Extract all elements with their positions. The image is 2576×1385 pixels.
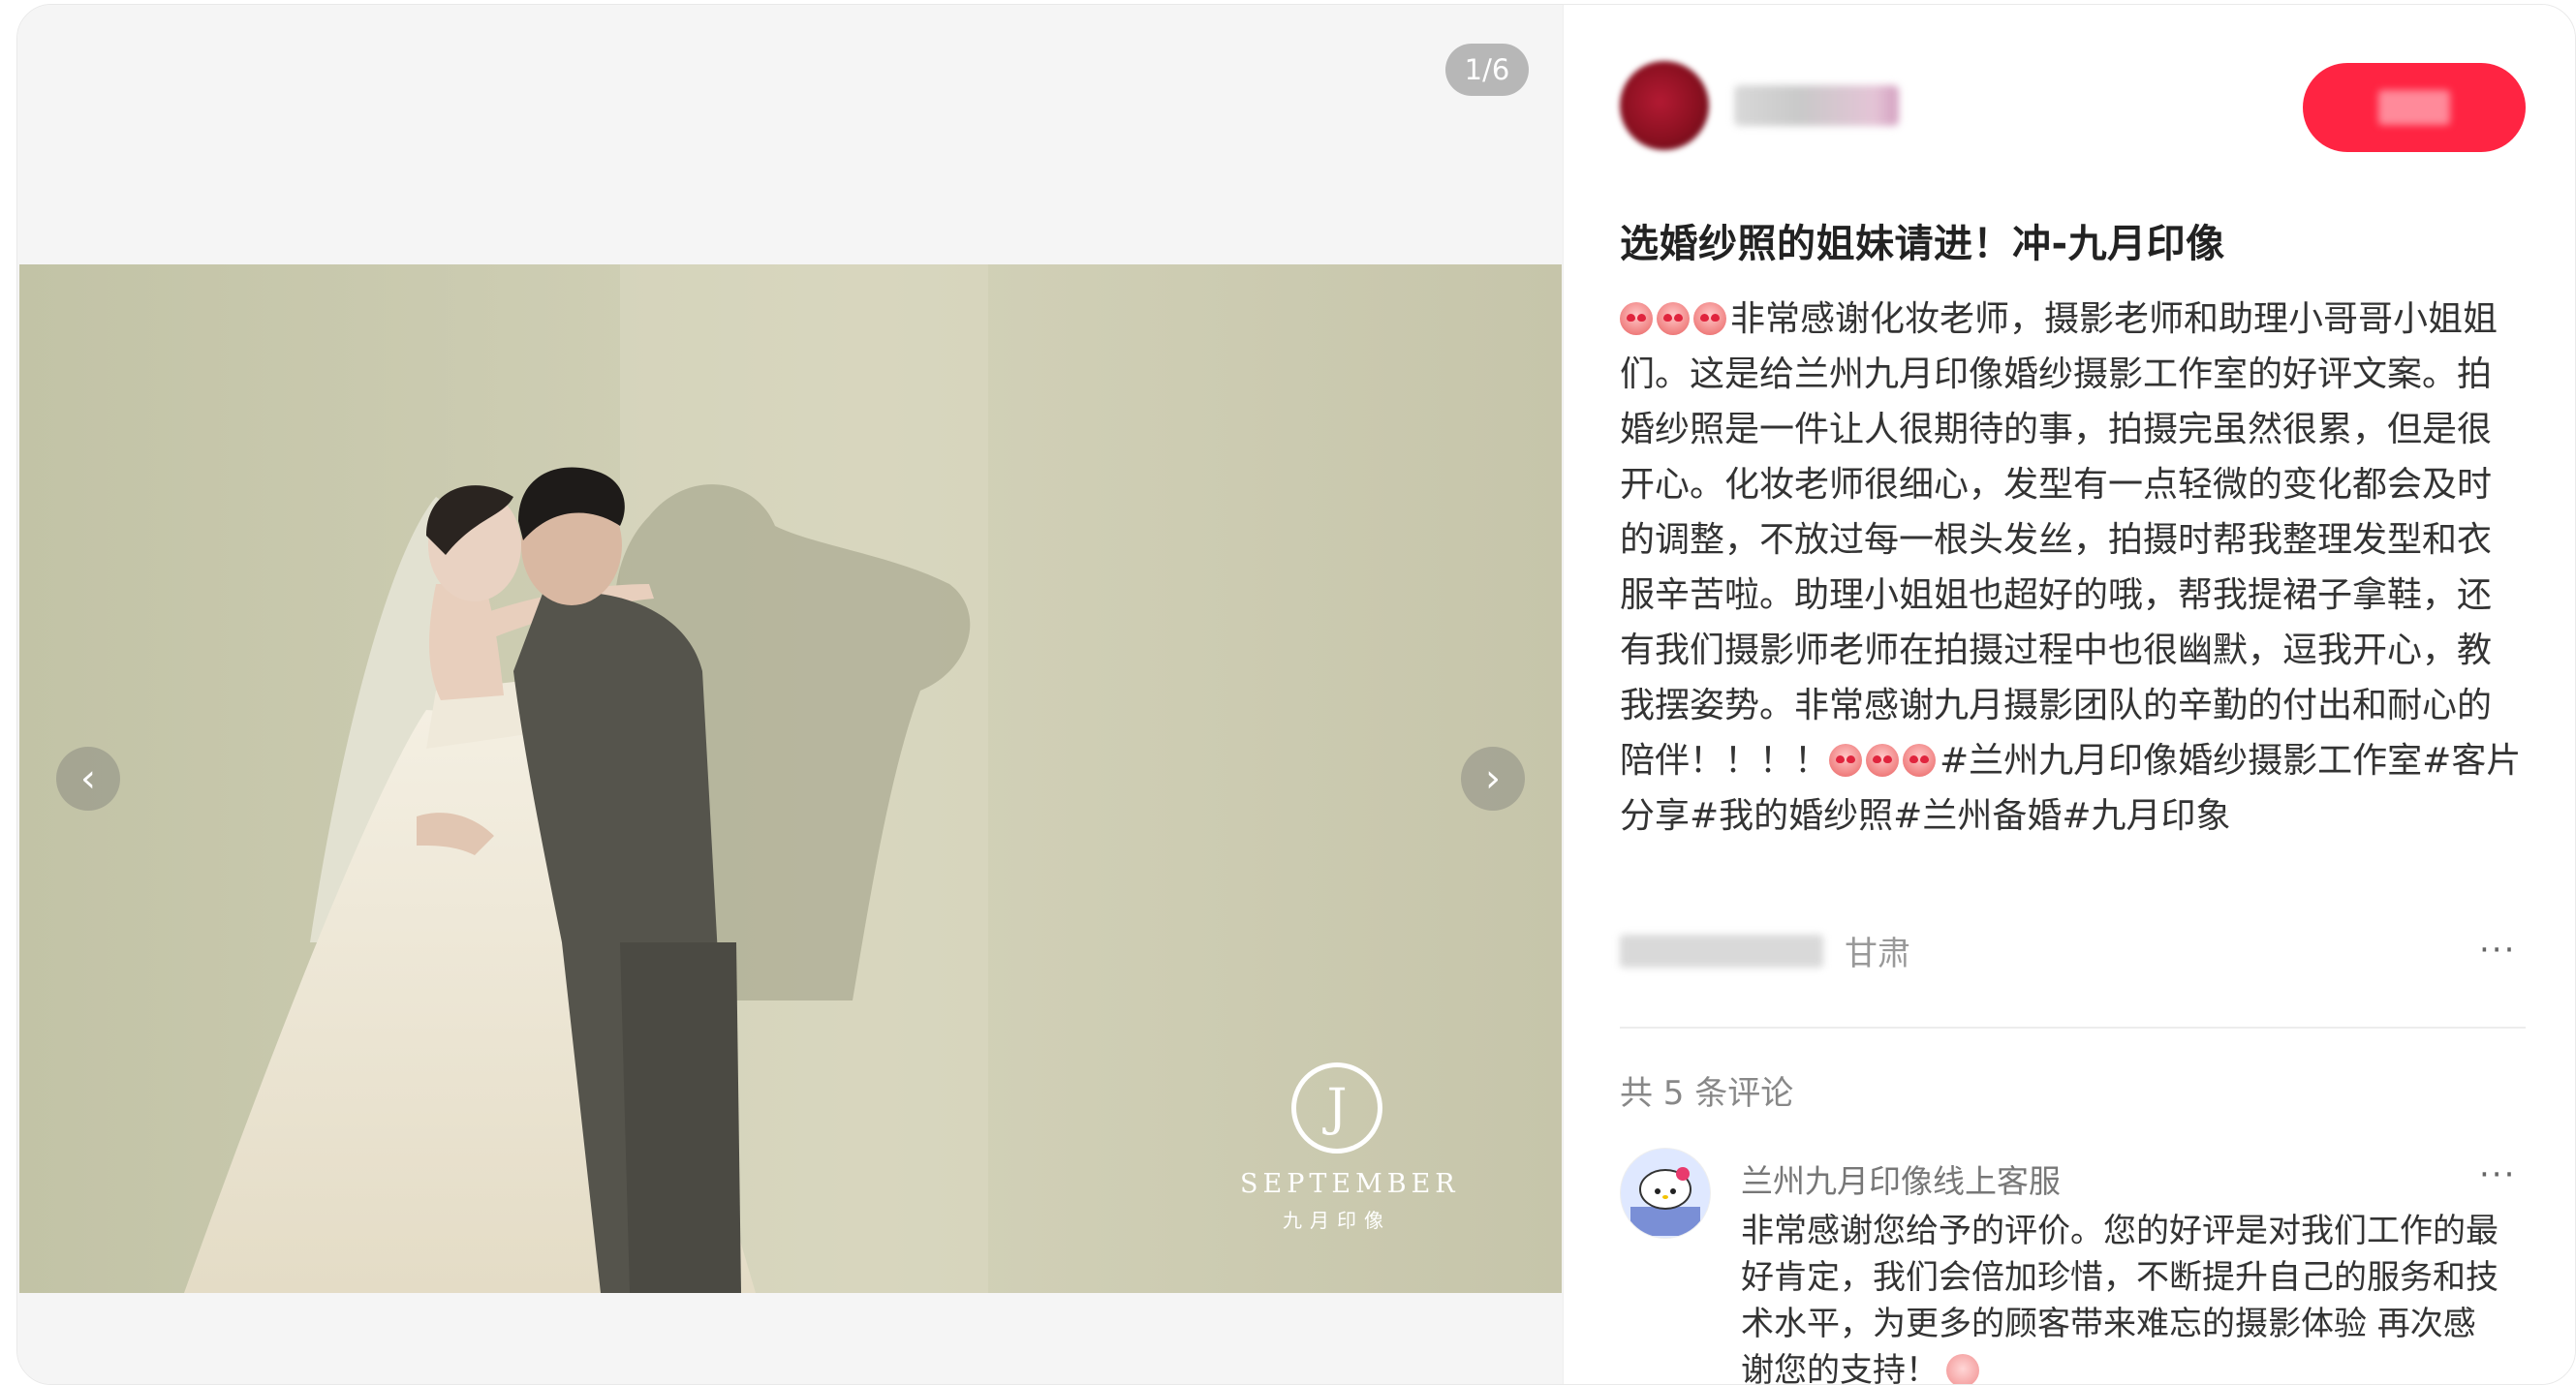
chevron-right-icon[interactable]: › [1461,747,1525,811]
note-title: 选婚纱照的姐妹请进！冲-九月印像 [1620,222,2225,266]
image-counter: 1/6 [1445,44,1529,96]
description-text: 非常感谢化妆老师，摄影老师和助理小哥哥小姐姐们。这是给兰州九月印像婚纱摄影工作室… [1620,299,2498,781]
brand-logo-icon: J [1291,1062,1382,1154]
author-name-blurred[interactable] [1734,85,1899,126]
more-icon[interactable]: ··· [2479,1155,2516,1194]
comment-count: 共 5 条评论 [1620,1074,1794,1113]
avatar[interactable] [1620,61,1709,150]
comment-text: 非常感谢您给予的评价。您的好评是对我们工作的最好肯定，我们会倍加珍惜，不断提升自… [1741,1208,2506,1385]
blush-emoji-icon [1946,1354,1979,1384]
date-blurred [1620,934,1823,968]
divider [1620,1027,2526,1029]
heart-eyes-emoji-icon [1866,744,1900,777]
note-description: 非常感谢化妆老师，摄影老师和助理小哥哥小姐姐们。这是给兰州九月印像婚纱摄影工作室… [1620,292,2526,844]
heart-eyes-emoji-icon [1693,302,1726,335]
note-detail-panel: 选婚纱照的姐妹请进！冲-九月印像 非常感谢化妆老师，摄影老师和助理小哥哥小姐姐们… [1563,5,2575,1385]
location: 甘肃 [1845,935,1910,973]
follow-label-blurred [2378,90,2450,125]
comment-body: 非常感谢您给予的评价。您的好评是对我们工作的最好肯定，我们会倍加珍惜，不断提升自… [1741,1212,2498,1385]
author-info[interactable] [1620,61,1899,150]
note-meta: 甘肃 [1620,927,1910,974]
follow-button[interactable] [2303,63,2526,152]
note-card: 1/6 ‹ › J SEPTEMBER 九月印像 选婚纱照的姐妹请进！冲-九月印… [16,4,2576,1385]
brand-name-cn: 九月印像 [1283,1209,1391,1232]
brand-name-en: SEPTEMBER [1240,1169,1460,1199]
heart-eyes-emoji-icon [1620,302,1653,335]
comment-author[interactable]: 兰州九月印像线上客服 [1741,1155,2061,1202]
chevron-left-icon[interactable]: ‹ [56,747,120,811]
heart-eyes-emoji-icon [1657,302,1690,335]
heart-eyes-emoji-icon [1829,744,1863,777]
avatar[interactable] [1620,1148,1711,1239]
brand-watermark: J SEPTEMBER 九月印像 [1240,1062,1460,1233]
heart-eyes-emoji-icon [1903,744,1937,777]
more-icon[interactable]: ··· [2479,931,2516,970]
media-viewer: 1/6 ‹ › J SEPTEMBER 九月印像 [17,5,1563,1384]
